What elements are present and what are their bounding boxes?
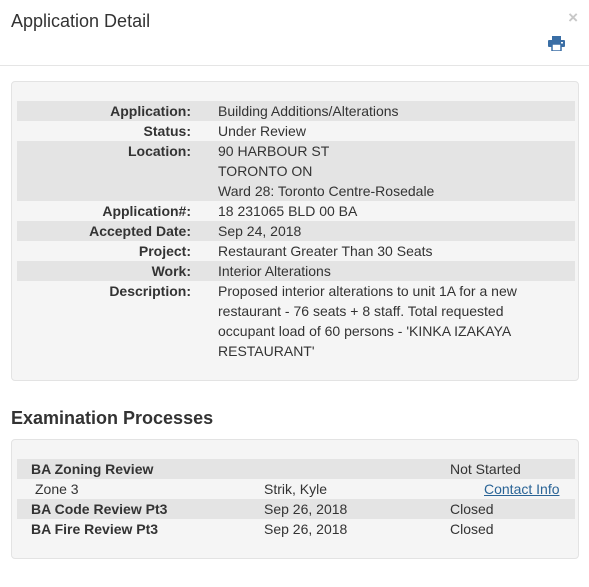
detail-row-project: Project: Restaurant Greater Than 30 Seat…	[17, 241, 575, 261]
detail-label: Application#:	[102, 203, 191, 219]
exam-process: BA Fire Review Pt3	[31, 521, 159, 537]
exam-examiner: Strik, Kyle	[264, 481, 328, 497]
detail-label: Status:	[143, 123, 191, 139]
detail-value: Building Additions/Alterations	[218, 103, 399, 119]
application-detail-modal: Application Detail × Application: Buildi…	[0, 0, 589, 587]
detail-row-accepted-date: Accepted Date: Sep 24, 2018	[17, 221, 575, 241]
exam-process: BA Code Review Pt3	[31, 501, 168, 517]
detail-label: Accepted Date:	[89, 223, 191, 239]
detail-row-application-number: Application#: 18 231065 BLD 00 BA	[17, 201, 575, 221]
detail-value: Ward 28: Toronto Centre-Rosedale	[218, 183, 435, 199]
detail-label: Location:	[128, 143, 191, 159]
modal-header: Application Detail ×	[0, 0, 589, 66]
exam-status: Closed	[450, 521, 494, 537]
detail-value: Sep 24, 2018	[218, 223, 302, 239]
exam-row: Zone 3 Strik, Kyle Contact Info	[17, 479, 575, 499]
examination-processes-panel: BA Zoning Review Not Started Zone 3 Stri…	[11, 439, 579, 559]
exam-status: Not Started	[450, 461, 521, 477]
detail-label: Project:	[138, 243, 191, 259]
detail-label: Work:	[151, 263, 191, 279]
detail-value: RESTAURANT'	[218, 343, 315, 359]
detail-value: restaurant - 76 seats + 8 staff. Total r…	[218, 303, 504, 319]
detail-value: occupant load of 60 persons - 'KINKA IZA…	[218, 323, 512, 339]
detail-row-application: Application: Building Additions/Alterati…	[17, 101, 575, 121]
exam-status: Closed	[450, 501, 494, 517]
application-details-panel: Application: Building Additions/Alterati…	[11, 81, 579, 381]
detail-value: 90 HARBOUR ST	[218, 143, 330, 159]
detail-row-work: Work: Interior Alterations	[17, 261, 575, 281]
contact-info-link[interactable]: Contact Info	[484, 479, 560, 499]
detail-row-status: Status: Under Review	[17, 121, 575, 141]
detail-value: TORONTO ON	[218, 163, 313, 179]
exam-date: Sep 26, 2018	[264, 501, 348, 517]
exam-row: BA Code Review Pt3 Sep 26, 2018 Closed	[17, 499, 575, 519]
detail-value: Under Review	[218, 123, 306, 139]
exam-row: BA Zoning Review Not Started	[17, 459, 575, 479]
exam-date: Sep 26, 2018	[264, 521, 348, 537]
detail-value: Interior Alterations	[218, 263, 331, 279]
detail-value: Restaurant Greater Than 30 Seats	[218, 243, 433, 259]
examination-processes-title: Examination Processes	[11, 408, 214, 428]
exam-zone: Zone 3	[35, 481, 79, 497]
detail-row-description: Description: Proposed interior alteratio…	[17, 281, 575, 361]
modal-title: Application Detail	[11, 11, 151, 31]
detail-row-location: Location: 90 HARBOUR ST TORONTO ON Ward …	[17, 141, 575, 201]
detail-value: 18 231065 BLD 00 BA	[218, 203, 358, 219]
exam-process: BA Zoning Review	[31, 461, 154, 477]
close-icon[interactable]: ×	[568, 9, 578, 26]
print-icon[interactable]	[548, 36, 565, 51]
detail-label: Description:	[109, 283, 191, 299]
detail-value: Proposed interior alterations to unit 1A…	[218, 283, 517, 299]
detail-label: Application:	[110, 103, 191, 119]
exam-row: BA Fire Review Pt3 Sep 26, 2018 Closed	[17, 519, 575, 539]
